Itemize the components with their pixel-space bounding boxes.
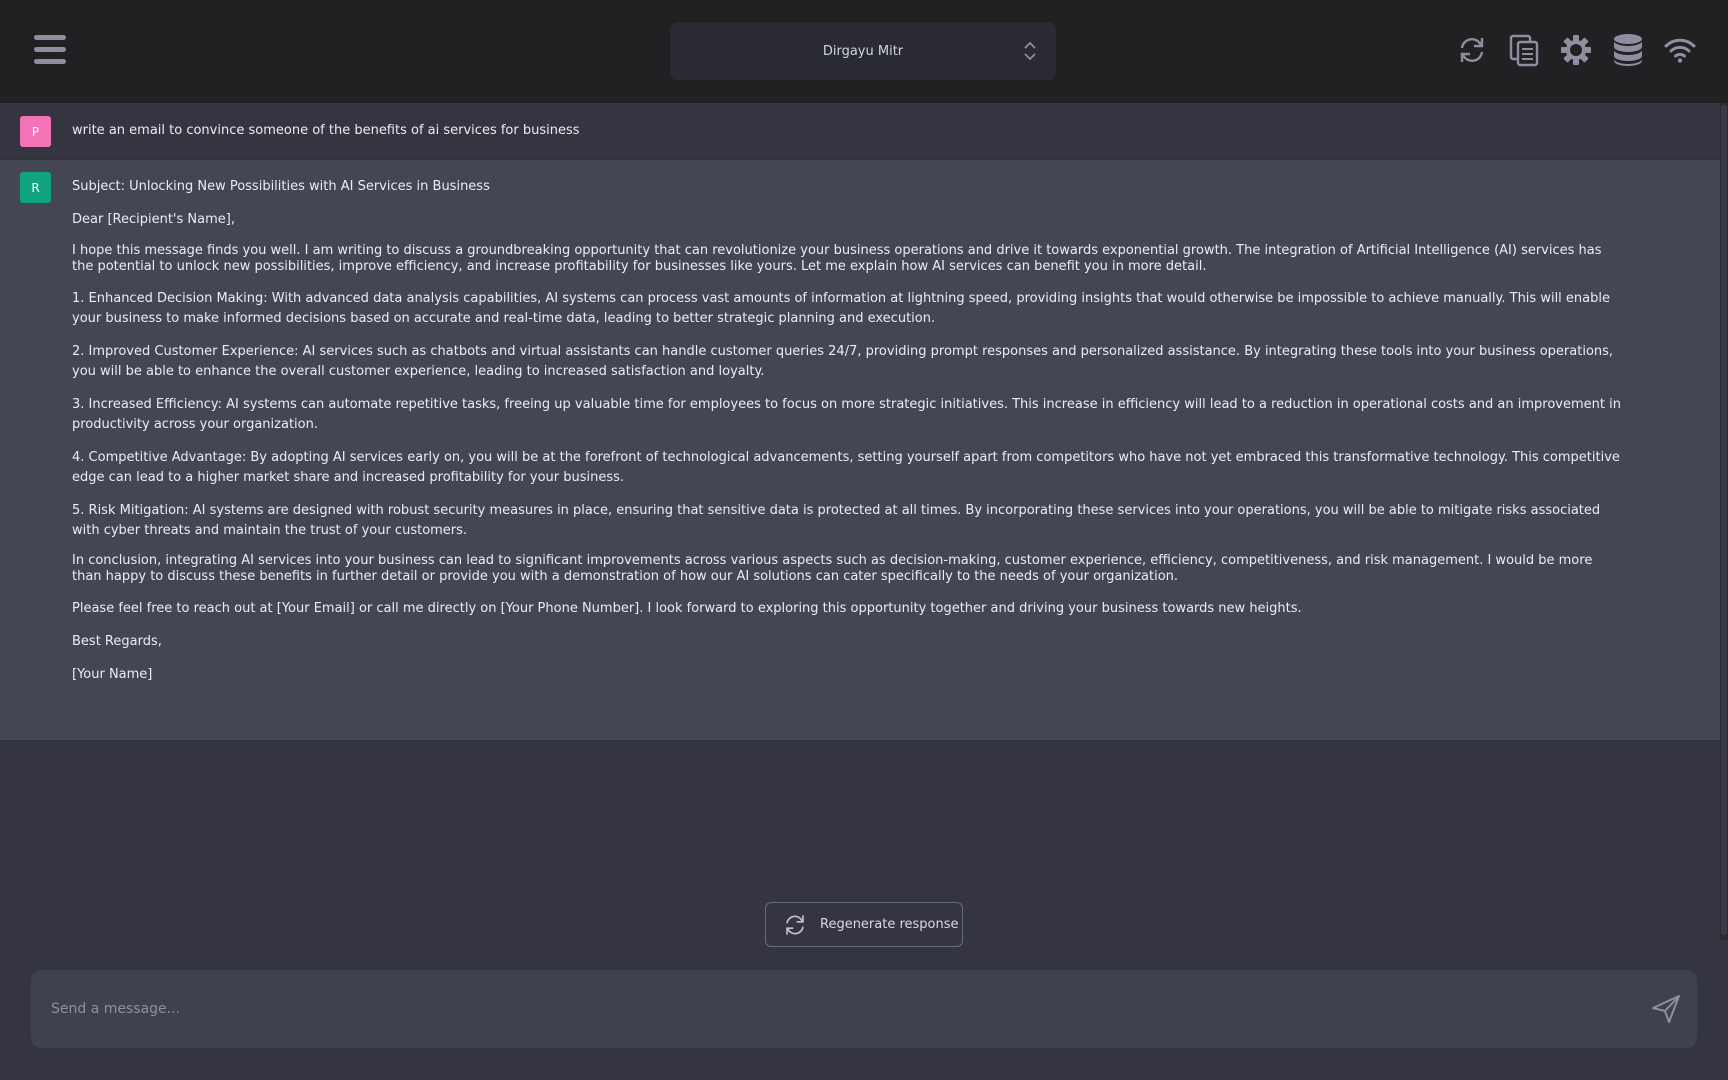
send-icon <box>1652 995 1680 1023</box>
model-name: Dirgayu Mitr <box>822 43 904 59</box>
message-input[interactable] <box>51 996 1611 1022</box>
wifi-icon[interactable] <box>1662 30 1698 70</box>
regenerate-label: Regenerate response <box>820 917 959 932</box>
chevron-up-down-icon <box>1024 41 1036 61</box>
email-paragraph: 4. Competitive Advantage: By adopting AI… <box>72 450 1620 485</box>
menu-icon[interactable] <box>32 32 68 68</box>
email-paragraph: 2. Improved Customer Experience: AI serv… <box>72 344 1614 379</box>
email-paragraph: 1. Enhanced Decision Making: With advanc… <box>72 291 1610 326</box>
email-paragraph: 5. Risk Mitigation: AI systems are desig… <box>72 503 1601 538</box>
regenerate-icon <box>786 914 804 935</box>
database-icon[interactable] <box>1610 30 1646 70</box>
email-greeting: Dear [Recipient's Name], <box>72 212 235 227</box>
email-paragraph: In conclusion, integrating AI services i… <box>72 553 1593 584</box>
refresh-icon[interactable] <box>1454 30 1490 70</box>
user-avatar: P <box>20 116 51 147</box>
settings-gear-icon[interactable] <box>1558 30 1594 70</box>
user-message-text: write an email to convince someone of th… <box>72 123 580 138</box>
email-signature: [Your Name] <box>72 667 153 682</box>
email-paragraph: Please feel free to reach out at [Your E… <box>72 601 1302 616</box>
assistant-message: R Subject: Unlocking New Possibilities w… <box>0 160 1720 741</box>
copy-icon[interactable] <box>1506 30 1542 70</box>
send-button[interactable] <box>1649 992 1683 1026</box>
email-signoff: Best Regards, <box>72 634 162 649</box>
conversation-thread: P write an email to convince someone of … <box>0 103 1720 741</box>
email-subject: Subject: Unlocking New Possibilities wit… <box>72 179 490 194</box>
email-paragraph: I hope this message finds you well. I am… <box>72 243 1602 274</box>
toolbar-icons <box>1454 30 1698 70</box>
model-selector[interactable]: Dirgayu Mitr <box>670 22 1056 80</box>
regenerate-response-button[interactable]: Regenerate response <box>765 902 963 947</box>
assistant-message-body: Subject: Unlocking New Possibilities wit… <box>72 177 1622 695</box>
top-bar: Dirgayu Mitr <box>0 0 1728 103</box>
scrollbar[interactable] <box>1720 103 1728 940</box>
email-paragraph: 3. Increased Efficiency: AI systems can … <box>72 397 1621 432</box>
assistant-avatar: R <box>20 172 51 203</box>
user-message: P write an email to convince someone of … <box>0 103 1720 160</box>
scrollbar-thumb[interactable] <box>1721 105 1727 935</box>
message-composer <box>31 970 1697 1048</box>
